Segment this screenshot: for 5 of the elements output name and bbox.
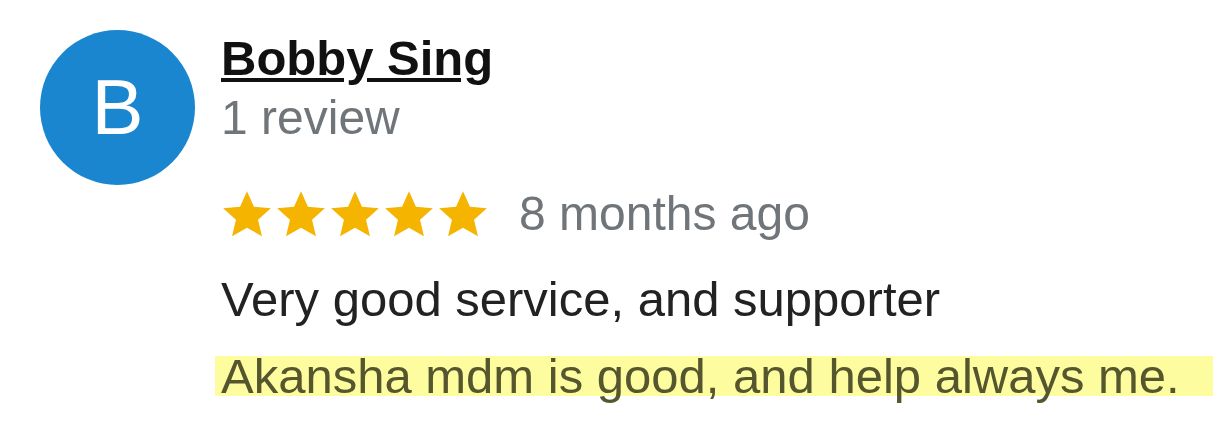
author-name[interactable]: Bobby Sing	[221, 30, 494, 86]
review-text: Very good service, and supporter	[220, 271, 942, 327]
avatar: B	[40, 30, 195, 185]
review-count: 1 review	[221, 90, 400, 146]
review-time: 8 months ago	[519, 186, 810, 241]
